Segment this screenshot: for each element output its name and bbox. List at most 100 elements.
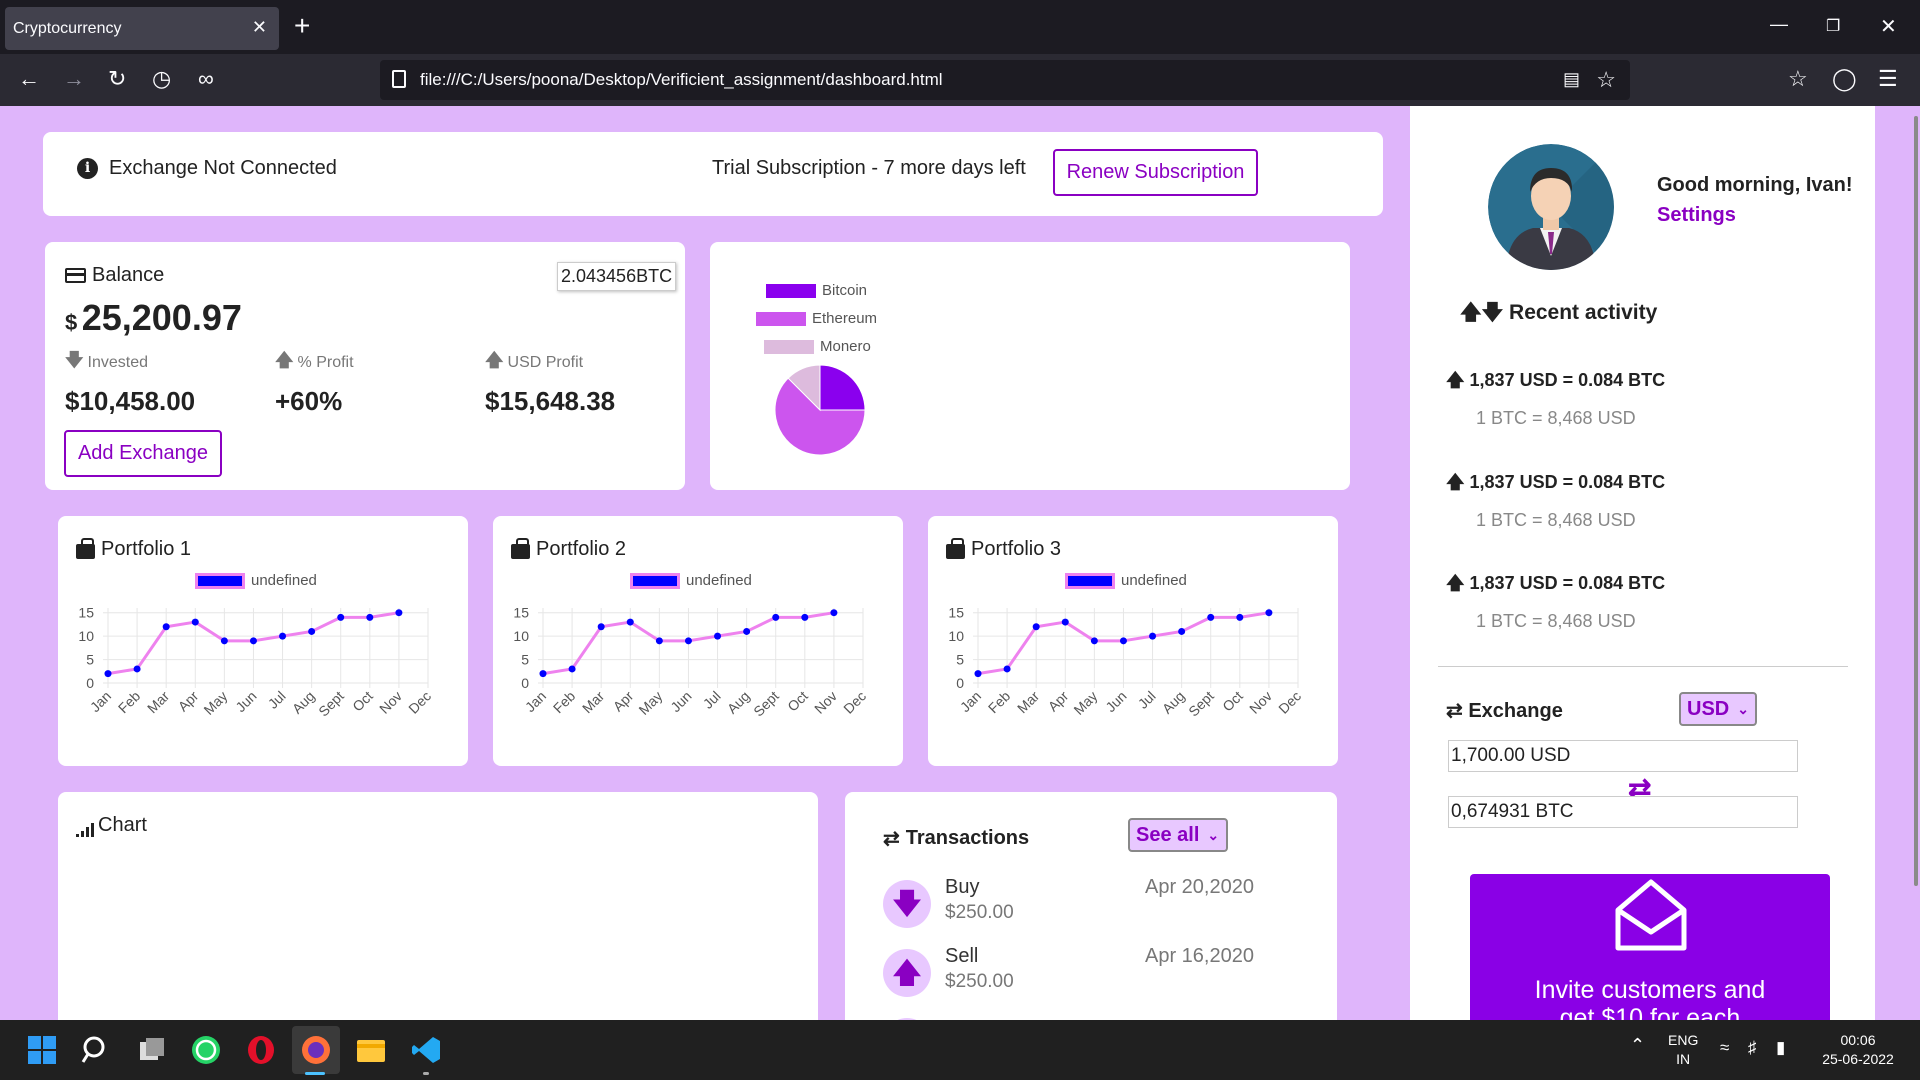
portfolio-card-1: Portfolio 1 undefined Jan Feb Mar Apr May Jun…	[58, 516, 468, 766]
x-tick-label: Apr	[610, 688, 637, 715]
transaction-row[interactable]: 🡇 Buy $250.00 Apr 20,2020	[883, 876, 1303, 932]
divider	[1438, 666, 1848, 667]
activity-main: 1,837 USD = 0.084 BTC	[1469, 370, 1666, 390]
data-point	[308, 627, 316, 635]
data-point	[1032, 623, 1040, 631]
portfolio-line-chart: Jan Feb Mar Apr May Jun Jul AugSept Oct Nov Dec 0 5 1…	[78, 605, 434, 720]
close-window-icon[interactable]: ✕	[1880, 14, 1897, 39]
btc-balance: 2.043456BTC	[557, 262, 677, 291]
from-amount-input[interactable]: 1,700.00 USD	[1448, 740, 1798, 772]
data-point	[104, 670, 112, 678]
reload-icon[interactable]: ↻	[108, 68, 126, 90]
chart-panel: Chart	[58, 792, 818, 1020]
browser-tab[interactable]: Cryptocurrency ✕	[5, 7, 279, 50]
chart-legend[interactable]: undefined	[1065, 572, 1187, 589]
y-tick-label: 15	[948, 605, 964, 621]
battery-icon[interactable]: ▮	[1776, 1038, 1785, 1057]
x-tick-label: Dec	[1275, 688, 1304, 717]
balance-card: Balance 2.043456BTC $ 25,200.97 🡇 Investe…	[45, 242, 685, 490]
task-view-icon[interactable]	[136, 1034, 168, 1066]
to-amount-input[interactable]: 0,674931 BTC	[1448, 796, 1798, 828]
activity-item: 🡅 1,837 USD = 0.084 BTC 1 BTC = 8,468 US…	[1446, 368, 1846, 429]
x-tick-label: Jun	[1102, 688, 1129, 715]
clock[interactable]: 00:06 25-06-2022	[1818, 1031, 1898, 1069]
windows-start-icon[interactable]	[26, 1034, 58, 1066]
currency-select[interactable]: USD ⌄	[1679, 692, 1757, 726]
legend-ethereum[interactable]: Ethereum	[756, 310, 877, 327]
invite-banner[interactable]: Invite customers and get $10 for each	[1470, 874, 1830, 1020]
activity-rate: 1 BTC = 8,468 USD	[1476, 611, 1636, 631]
chevron-up-icon[interactable]: ⌃	[1630, 1036, 1645, 1055]
balance-heading: Balance	[65, 264, 164, 287]
arrow-up-icon: 🡅	[883, 949, 931, 997]
x-tick-label: Jan	[87, 688, 114, 715]
bookmark-star-icon[interactable]: ☆	[1596, 67, 1616, 93]
renew-subscription-button[interactable]: Renew Subscription	[1053, 149, 1258, 196]
data-point	[974, 670, 982, 678]
data-point	[337, 613, 345, 621]
back-icon[interactable]: ←	[18, 68, 40, 90]
settings-link[interactable]: Settings	[1657, 204, 1736, 227]
history-icon[interactable]: ◷	[152, 68, 171, 90]
reader-view-icon[interactable]: ▤	[1563, 69, 1580, 90]
data-point	[1178, 627, 1186, 635]
wifi-icon[interactable]: ≈	[1720, 1038, 1729, 1057]
y-tick-label: 5	[86, 652, 94, 668]
data-point	[1265, 609, 1273, 617]
x-tick-label: Nov	[1246, 688, 1275, 717]
running-indicator	[423, 1072, 429, 1075]
pocket-save-icon[interactable]: ☆	[1788, 68, 1808, 90]
restore-icon[interactable]: ❐	[1826, 16, 1840, 36]
y-tick-label: 5	[956, 652, 964, 668]
invested-label: Invested	[87, 354, 148, 371]
private-mask-icon[interactable]: ∞	[198, 68, 214, 90]
legend-label: Bitcoin	[822, 282, 868, 299]
transaction-row[interactable]: 🡅 Sell $250.00 Apr 16,2020	[883, 945, 1303, 1001]
x-tick-label: Nov	[811, 688, 840, 717]
add-exchange-button[interactable]: Add Exchange	[64, 430, 222, 477]
transactions-card: ⇄ Transactions See all ⌄ 🡇 Buy $250.00 Apr…	[845, 792, 1337, 1020]
whatsapp-icon[interactable]	[190, 1034, 222, 1066]
x-tick-label: Jul	[700, 688, 724, 712]
transaction-amount: $250.00	[945, 971, 1014, 992]
data-point	[743, 627, 751, 635]
chart-legend[interactable]: undefined	[195, 572, 317, 589]
x-tick-label: Oct	[784, 688, 811, 715]
scrollbar[interactable]	[1914, 116, 1918, 886]
legend-monero[interactable]: Monero	[764, 338, 871, 355]
pocket-icon[interactable]: ◯	[1832, 68, 1857, 90]
avatar[interactable]	[1488, 144, 1614, 270]
user-avatar-image	[1488, 144, 1614, 270]
portfolio-title: Portfolio 2	[536, 538, 627, 560]
legend-bitcoin[interactable]: Bitcoin	[766, 282, 867, 299]
x-tick-label: Dec	[840, 688, 869, 717]
portfolio-card-3: Portfolio 3 undefined Jan Feb Mar Apr May Jun…	[928, 516, 1338, 766]
close-tab-icon[interactable]: ✕	[252, 17, 267, 38]
profit-label: % Profit	[297, 354, 354, 371]
transaction-amount: $250.00	[945, 902, 1014, 923]
url-bar[interactable]: file:///C:/Users/poona/Desktop/Verificie…	[380, 60, 1630, 100]
chart-legend[interactable]: undefined	[630, 572, 752, 589]
forward-icon[interactable]: →	[63, 68, 85, 90]
see-all-select[interactable]: See all ⌄	[1128, 818, 1228, 852]
minimize-icon[interactable]: —	[1770, 14, 1788, 35]
y-tick-label: 10	[78, 628, 94, 644]
data-point	[249, 637, 257, 645]
data-point	[220, 637, 228, 645]
data-point	[1119, 637, 1127, 645]
vscode-icon[interactable]	[410, 1034, 442, 1066]
new-tab-icon[interactable]: +	[294, 12, 310, 40]
search-icon[interactable]	[80, 1034, 112, 1066]
menu-icon[interactable]: ☰	[1878, 68, 1898, 90]
transaction-date: Apr 20,2020	[1145, 876, 1254, 898]
activity-item: 🡅 1,837 USD = 0.084 BTC 1 BTC = 8,468 US…	[1446, 470, 1846, 531]
file-explorer-icon[interactable]	[355, 1034, 387, 1066]
taskbar: ⌃ ENG IN ≈ ♯ ▮ 00:06 25-06-2022	[0, 1020, 1920, 1080]
muted-speaker-icon[interactable]: ♯	[1748, 1038, 1757, 1057]
opera-icon[interactable]	[245, 1034, 277, 1066]
firefox-icon[interactable]	[300, 1034, 332, 1066]
y-tick-label: 0	[521, 675, 529, 691]
language-indicator[interactable]: ENG IN	[1668, 1031, 1698, 1069]
exchange-status-text: Exchange Not Connected	[109, 157, 337, 179]
x-tick-label: Jul	[265, 688, 289, 712]
